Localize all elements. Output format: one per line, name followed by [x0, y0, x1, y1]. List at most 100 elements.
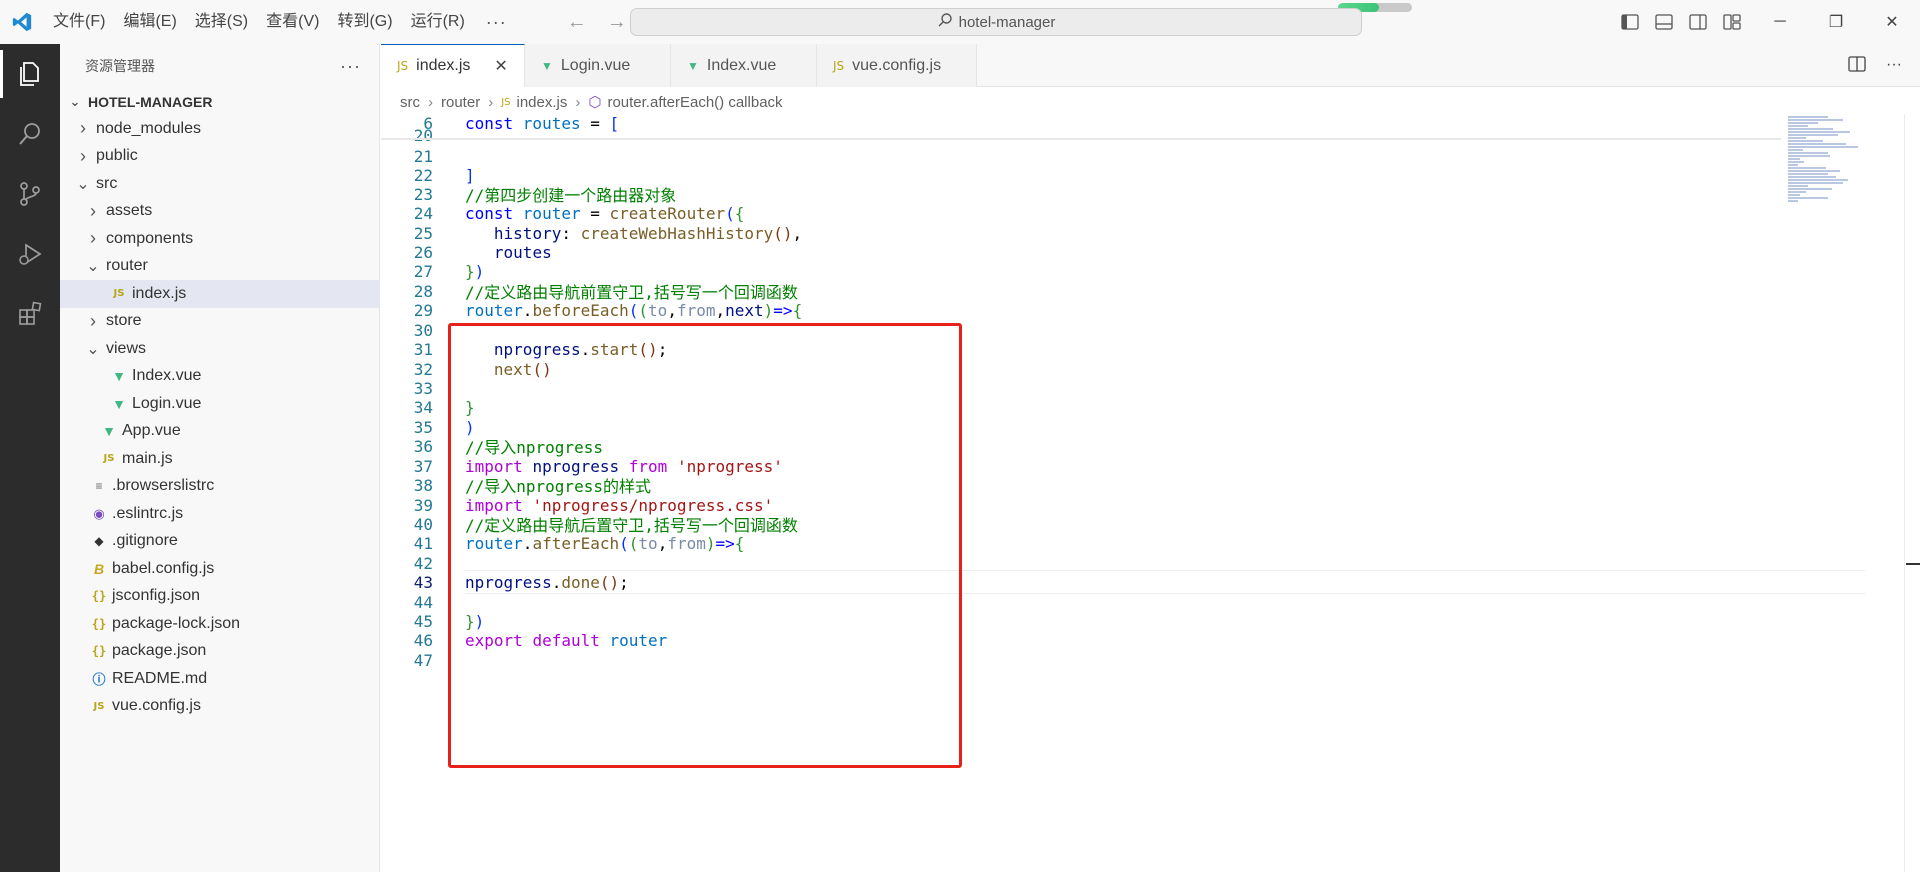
git-file-icon: ◆ [94, 534, 104, 549]
tree-file[interactable]: ▼ Login.vue [60, 390, 379, 418]
line-number: 34 [413, 397, 433, 417]
info-file-icon: ⓘ [92, 672, 106, 688]
tab-login-vue[interactable]: ▼ Login.vue [525, 44, 671, 87]
code-token: , [667, 300, 677, 320]
minimize-icon[interactable]: ─ [1752, 0, 1808, 44]
restore-icon[interactable]: ❐ [1808, 0, 1864, 44]
tree-file[interactable]: JS vue.config.js [60, 693, 379, 721]
menu-bar: 文件(F) 编辑(E) 选择(S) 查看(V) 转到(G) 运行(R) ··· [44, 0, 519, 44]
line-number: 27 [413, 261, 433, 281]
search-icon[interactable] [0, 104, 60, 164]
tree-folder[interactable]: › public [60, 143, 379, 171]
minimap-line [1788, 131, 1850, 133]
editor-more-button[interactable]: ··· [1886, 56, 1902, 77]
js-file-icon: JS [93, 700, 105, 712]
tree-folder[interactable]: ⌄ views [60, 335, 379, 363]
tree-file[interactable]: Bbabel.config.js [60, 555, 379, 583]
menu-run[interactable]: 运行(R) [402, 7, 474, 37]
minimap-line [1788, 185, 1808, 187]
close-tab-icon[interactable]: ✕ [494, 56, 507, 76]
tree-file[interactable]: JS index.js [60, 280, 379, 308]
run-debug-icon[interactable] [0, 224, 60, 284]
tree-file[interactable]: ≡ .browserslistrc [60, 473, 379, 501]
tree-folder[interactable]: ⌄ router [60, 253, 379, 281]
tree-file[interactable]: ◆ .gitignore [60, 528, 379, 556]
breadcrumb-item-router[interactable]: router [441, 94, 480, 111]
breadcrumb-item-file[interactable]: index.js [516, 94, 567, 111]
tree-file[interactable]: {} jsconfig.json [60, 583, 379, 611]
activity-bar [0, 44, 60, 872]
tree-folder[interactable]: › node_modules [60, 115, 379, 143]
menu-go[interactable]: 转到(G) [328, 7, 401, 37]
tree-file[interactable]: JS main.js [60, 445, 379, 473]
minimap-line [1788, 176, 1836, 178]
code-token: . [522, 300, 533, 320]
menu-more-button[interactable]: ··· [474, 12, 519, 33]
minimap-line [1788, 140, 1823, 142]
tree-folder[interactable]: › store [60, 308, 379, 336]
code-token: = [580, 203, 610, 223]
source-control-icon[interactable] [0, 164, 60, 224]
menu-selection[interactable]: 选择(S) [186, 7, 257, 37]
tree-item-label: Index.vue [132, 367, 202, 385]
sidebar-more-button[interactable]: ··· [340, 56, 361, 77]
minimap-line [1788, 170, 1840, 172]
vertical-scrollbar[interactable] [1904, 114, 1905, 872]
toggle-secondary-sidebar-icon[interactable] [1688, 12, 1708, 32]
breadcrumb-item-symbol[interactable]: router.afterEach() callback [607, 94, 782, 111]
tree-item-label: .eslintrc.js [112, 504, 184, 522]
explorer-icon[interactable] [0, 44, 60, 104]
project-root[interactable]: ⌄ HOTEL-MANAGER [60, 88, 379, 115]
toggle-panel-icon[interactable] [1654, 12, 1674, 32]
tree-folder[interactable]: › components [60, 225, 379, 253]
extensions-icon[interactable] [0, 284, 60, 344]
menu-file[interactable]: 文件(F) [44, 7, 114, 37]
chevron-down-icon: ⌄ [86, 258, 100, 276]
code-token: ( [725, 203, 735, 223]
minimap-line [1788, 146, 1858, 148]
annotation-highlight-box [448, 323, 962, 768]
tab-index-js[interactable]: JS index.js ✕ [381, 44, 525, 87]
forward-arrow-icon[interactable]: → [607, 11, 627, 34]
json-file-icon: {} [91, 589, 107, 604]
tree-file[interactable]: ▼ Index.vue [60, 363, 379, 391]
line-number: 46 [413, 630, 433, 650]
toggle-sidebar-icon[interactable] [1620, 12, 1640, 32]
line-number: 31 [413, 339, 433, 359]
minimap[interactable] [1788, 116, 1858, 216]
tab-index-vue[interactable]: ▼ Index.vue [671, 44, 817, 87]
command-center-search[interactable]: hotel-manager [630, 8, 1362, 36]
chevron-right-icon: › [90, 228, 96, 249]
close-window-icon[interactable]: ✕ [1864, 0, 1920, 44]
chevron-down-icon: ⌄ [86, 340, 100, 358]
chevron-down-icon: ⌄ [76, 175, 90, 193]
tree-file[interactable]: ⓘ README.md [60, 665, 379, 693]
tree-file[interactable]: {} package-lock.json [60, 610, 379, 638]
tree-item-label: package-lock.json [112, 614, 241, 632]
back-arrow-icon[interactable]: ← [567, 11, 587, 34]
code-token: router [465, 300, 523, 320]
code-token: => [773, 300, 793, 320]
tree-file[interactable]: ▼ App.vue [60, 418, 379, 446]
minimap-line [1788, 143, 1846, 145]
menu-view[interactable]: 查看(V) [257, 7, 328, 37]
title-bar: 文件(F) 编辑(E) 选择(S) 查看(V) 转到(G) 运行(R) ··· … [0, 0, 1920, 44]
split-editor-icon[interactable] [1848, 56, 1866, 77]
tree-item-label: views [106, 339, 147, 357]
minimap-line [1788, 119, 1843, 121]
customize-layout-icon[interactable] [1722, 12, 1742, 32]
tab-vue-config-js[interactable]: JS vue.config.js [817, 44, 977, 87]
vscode-logo-icon [0, 0, 44, 44]
code-token: to [648, 300, 668, 320]
search-icon [937, 12, 953, 32]
minimap-line [1788, 194, 1800, 196]
tree-folder[interactable]: ⌄ src [60, 170, 379, 198]
tree-folder[interactable]: › assets [60, 198, 379, 226]
menu-edit[interactable]: 编辑(E) [114, 7, 185, 37]
tab-label: index.js [416, 57, 471, 74]
tree-file[interactable]: {} package.json [60, 638, 379, 666]
breadcrumb-item-src[interactable]: src [400, 94, 420, 111]
tree-file[interactable]: ◉ .eslintrc.js [60, 500, 379, 528]
breadcrumb-separator-icon: › [488, 93, 494, 111]
json-file-icon: {} [91, 644, 107, 659]
